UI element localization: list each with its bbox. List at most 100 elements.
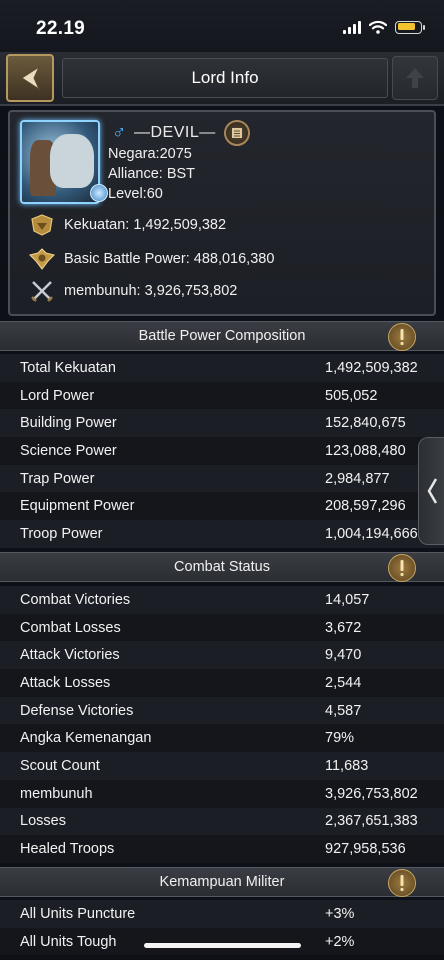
stat-row: Attack Losses 2,544 [0, 669, 444, 697]
crossed-swords-icon [28, 278, 56, 304]
exclamation-icon [400, 329, 404, 345]
status-bar: 22.19 [0, 0, 444, 52]
stat-value: +3% [325, 905, 355, 922]
stat-label: membunuh [20, 785, 93, 802]
membunuh-text: membunuh: 3,926,753,802 [64, 283, 238, 299]
stat-row: Science Power 123,088,480 [0, 437, 444, 465]
combat-status-info-button[interactable] [388, 554, 416, 582]
military-info-button[interactable] [388, 869, 416, 897]
stat-value: 208,597,296 [325, 498, 406, 515]
level-label: Level:60 [108, 186, 163, 202]
scroll-icon [232, 128, 242, 138]
stat-value: 123,088,480 [325, 442, 406, 459]
stat-row: Combat Victories 14,057 [0, 586, 444, 614]
avatar[interactable] [20, 120, 100, 204]
stat-value: 927,958,536 [325, 841, 406, 858]
stat-label: Lord Power [20, 387, 95, 404]
combat-status-title: Combat Status [174, 559, 270, 575]
battery-level-fill [397, 23, 416, 30]
basic-battle-power-row: Basic Battle Power: 488,016,380 [28, 246, 274, 272]
stat-row: Troop Power 1,004,194,666 [0, 520, 444, 548]
exclamation-icon [400, 560, 404, 576]
stat-label: Trap Power [20, 470, 95, 487]
stat-value: 2,544 [325, 674, 362, 691]
stat-value: 1,492,509,382 [325, 359, 418, 376]
stat-label: Building Power [20, 415, 117, 432]
stat-row: Trap Power 2,984,877 [0, 464, 444, 493]
stat-value: +2% [325, 933, 355, 950]
stat-row: Defense Victories 4,587 [0, 696, 444, 725]
stat-row: membunuh 3,926,753,802 [0, 779, 444, 808]
notes-button[interactable] [224, 120, 250, 146]
combat-status-header: Combat Status [0, 552, 444, 582]
stat-value: 11,683 [325, 757, 369, 774]
stat-row: Attack Victories 9,470 [0, 641, 444, 670]
stat-label: All Units Puncture [20, 905, 136, 922]
kekuatan-text: Kekuatan: 1,492,509,382 [64, 217, 227, 233]
back-button[interactable] [6, 54, 54, 102]
stat-row: Lord Power 505,052 [0, 381, 444, 410]
battle-power-info-button[interactable] [388, 323, 416, 351]
battle-power-header: Battle Power Composition [0, 321, 444, 351]
stat-row: Angka Kemenangan 79% [0, 724, 444, 753]
gender-icon: ♂ [112, 122, 127, 143]
stat-row: Combat Losses 3,672 [0, 613, 444, 642]
status-time: 22.19 [36, 18, 86, 39]
stat-label: Combat Losses [20, 619, 121, 636]
kekuatan-row: Kekuatan: 1,492,509,382 [28, 212, 226, 238]
membunuh-row: membunuh: 3,926,753,802 [28, 278, 237, 304]
stat-value: 79% [325, 730, 355, 747]
home-indicator[interactable] [144, 943, 301, 948]
title-bar: Lord Info [0, 52, 444, 106]
battle-power-emblem-icon [28, 246, 56, 272]
negara-label: Negara:2075 [108, 146, 192, 162]
stat-value: 14,057 [325, 591, 370, 608]
stat-label: Healed Troops [20, 841, 115, 858]
stat-label: Scout Count [20, 757, 100, 774]
stat-value: 3,672 [325, 619, 362, 636]
stat-row: Building Power 152,840,675 [0, 409, 444, 438]
stat-label: Angka Kemenangan [20, 730, 152, 747]
lord-profile-panel: ♂ —DEVIL— Negara:2075 Alliance: BST Leve… [8, 110, 436, 316]
stat-label: Equipment Power [20, 498, 135, 515]
stat-row: Healed Troops 927,958,536 [0, 835, 444, 863]
stat-label: Attack Losses [20, 674, 111, 691]
stat-value: 4,587 [325, 702, 362, 719]
page-title: Lord Info [62, 58, 388, 98]
stat-label: Troop Power [20, 525, 103, 542]
stat-label: Losses [20, 813, 66, 830]
battery-icon [395, 20, 425, 34]
stat-label: Combat Victories [20, 591, 131, 608]
status-icons [343, 20, 425, 34]
military-header: Kemampuan Militer [0, 867, 444, 897]
stat-label: Attack Victories [20, 647, 120, 664]
combat-status-list: Combat Victories 14,057 Combat Losses 3,672… [0, 586, 444, 863]
basic-battle-power-text: Basic Battle Power: 488,016,380 [64, 251, 275, 267]
wifi-icon [369, 20, 387, 34]
stat-label: All Units Tough [20, 933, 117, 950]
stat-label: Total Kekuatan [20, 359, 116, 376]
stat-row: Scout Count 11,683 [0, 752, 444, 780]
chevron-left-icon [21, 65, 41, 91]
stat-row: Equipment Power 208,597,296 [0, 492, 444, 521]
exclamation-icon [400, 875, 404, 891]
stat-value: 152,840,675 [325, 415, 406, 432]
stat-value: 2,367,651,383 [325, 813, 418, 830]
side-panel-toggle[interactable] [418, 437, 444, 545]
stat-label: Science Power [20, 442, 117, 459]
stat-row: Total Kekuatan 1,492,509,382 [0, 354, 444, 382]
chevron-left-icon [427, 478, 437, 504]
alliance-label: Alliance: BST [108, 166, 196, 182]
stat-value: 2,984,877 [325, 470, 390, 487]
decorative-arrow-icon [392, 56, 438, 100]
battle-power-title: Battle Power Composition [138, 328, 306, 344]
stat-row: Losses 2,367,651,383 [0, 807, 444, 836]
military-title: Kemampuan Militer [159, 874, 285, 890]
stat-value: 3,926,753,802 [325, 785, 418, 802]
battle-power-list: Total Kekuatan 1,492,509,382 Lord Power 505… [0, 354, 444, 548]
power-emblem-icon [28, 212, 56, 238]
stat-value: 9,470 [325, 647, 362, 664]
avatar-badge-icon [90, 184, 108, 202]
stat-value: 505,052 [325, 387, 378, 404]
stat-value: 1,004,194,666 [325, 525, 418, 542]
